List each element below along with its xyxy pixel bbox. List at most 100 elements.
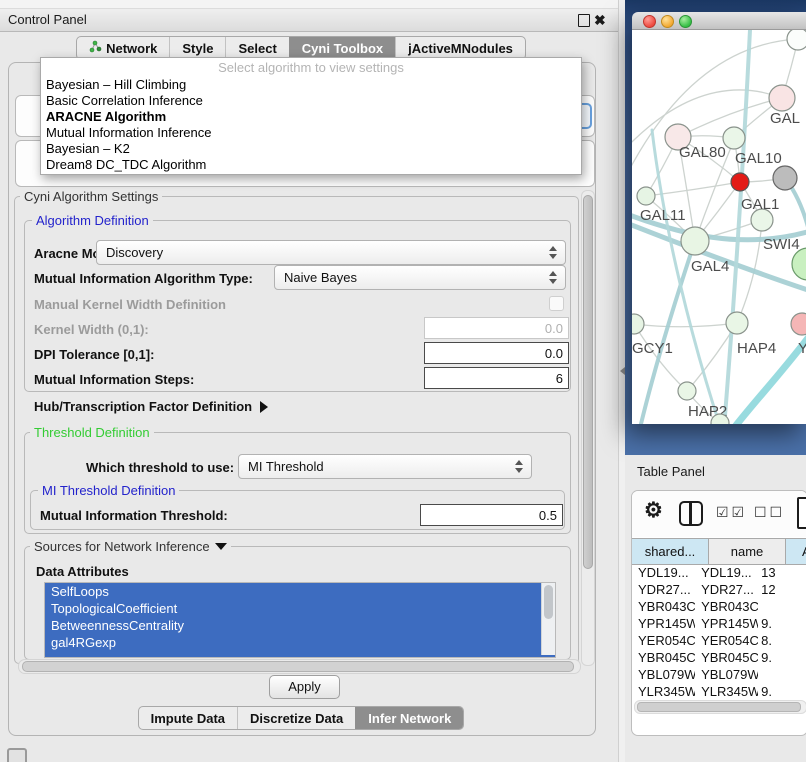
gear-icon[interactable]: ⚙ (644, 498, 663, 523)
close-panel-icon[interactable]: ✖ (594, 11, 606, 29)
collapse-down-icon (215, 543, 227, 550)
table-row[interactable]: YBL079WYBL079W (632, 666, 806, 683)
tab-impute-data[interactable]: Impute Data (139, 707, 237, 729)
bottom-tabs: Impute DataDiscretize DataInfer Network (138, 706, 465, 730)
sources-title-toggle[interactable]: Sources for Network Inference (30, 539, 231, 554)
attribute-item-selfloops[interactable]: SelfLoops (45, 583, 555, 600)
table-row[interactable]: YER054CYER054C8. (632, 632, 806, 649)
tab-label: Select (238, 41, 276, 56)
network-edge-thick (724, 30, 750, 424)
table-cell: 9. (758, 615, 806, 632)
column-header-name[interactable]: name (709, 539, 786, 564)
table-cell: YBL079W (632, 666, 695, 683)
attribute-item-gal4rgexp[interactable]: gal4RGexp (45, 634, 555, 651)
mi-steps-field[interactable] (424, 367, 569, 389)
network-node-label: HAP4 (737, 340, 776, 357)
tab-select[interactable]: Select (225, 37, 288, 59)
column-view-icon[interactable] (679, 501, 703, 526)
control-panel-title: Control Panel (8, 12, 87, 27)
manual-kernel-checkbox[interactable] (549, 296, 564, 311)
table-horizontal-scrollbar[interactable] (634, 700, 806, 714)
table-row[interactable]: YBR045CYBR045C9. (632, 649, 806, 666)
table-cell: YDL19... (695, 564, 758, 581)
table-row[interactable]: YDR27...YDR27...12 (632, 581, 806, 598)
tab-infer-network[interactable]: Infer Network (355, 707, 463, 729)
dpi-tolerance-field[interactable] (424, 342, 569, 364)
network-node-label: GAL (770, 110, 800, 127)
table-cell: YBL079W (695, 666, 758, 683)
algorithm-option-basic-correlation-inference[interactable]: Basic Correlation Inference (41, 93, 581, 109)
minimized-panel-icon[interactable] (7, 748, 27, 762)
table-cell: YPR145W (695, 615, 758, 632)
close-window-icon[interactable] (643, 15, 656, 28)
select-all-checkboxes-icon[interactable]: ☑☑ (716, 504, 747, 521)
algorithm-option-aracne-algorithm[interactable]: ARACNE Algorithm (41, 109, 581, 125)
combobox-arrows-icon (545, 271, 565, 284)
tab-network[interactable]: Network (77, 37, 169, 59)
table-toolbar: ⚙ ☑☑ ☐☐ (632, 491, 806, 537)
algorithm-option-dream8-dc-tdc-algorithm[interactable]: Dream8 DC_TDC Algorithm (41, 157, 581, 173)
table-cell: YER054C (695, 632, 758, 649)
screen: Control Panel ✖ Network Style Select Cyni T… (0, 0, 806, 762)
algorithm-option-bayesian-k2[interactable]: Bayesian – K2 (41, 141, 581, 157)
table-row[interactable]: YPR145WYPR145W9. (632, 615, 806, 632)
tab-style[interactable]: Style (169, 37, 225, 59)
table-row[interactable]: YLR345WYLR345W9. (632, 683, 806, 699)
attribute-item-betweennesscentrality[interactable]: BetweennessCentrality (45, 617, 555, 634)
column-header-a[interactable]: A (786, 539, 806, 564)
mi-type-combobox[interactable]: Naive Bayes (274, 265, 566, 290)
table-header-row: shared...nameA (632, 538, 806, 565)
deselect-all-checkboxes-icon[interactable]: ☐☐ (754, 504, 785, 521)
float-panel-icon[interactable] (578, 14, 590, 27)
tab-label: Cyni Toolbox (302, 41, 383, 56)
tab-jactivemnodules[interactable]: jActiveMNodules (395, 37, 525, 59)
algorithm-option-bayesian-hill-climbing[interactable]: Bayesian – Hill Climbing (41, 77, 581, 93)
settings-horizontal-scrollbar[interactable] (18, 659, 581, 674)
which-threshold-combobox[interactable]: MI Threshold (238, 454, 532, 479)
settings-vertical-scrollbar[interactable] (581, 190, 595, 666)
network-node-hap2 (678, 382, 696, 400)
attributes-list-scrollbar[interactable] (541, 583, 555, 655)
tab-cyni-toolbox[interactable]: Cyni Toolbox (289, 37, 395, 59)
table-row[interactable]: YDL19...YDL19...13 (632, 564, 806, 581)
table-row[interactable]: YBR043CYBR043C (632, 598, 806, 615)
scrollbar-thumb[interactable] (22, 661, 574, 672)
table-cell: YDL19... (632, 564, 695, 581)
hub-definition-label: Hub/Transcription Factor Definition (34, 399, 252, 414)
network-node-gal10 (723, 127, 745, 149)
tab-label: Network (106, 41, 157, 56)
scrollbar-thumb[interactable] (544, 585, 553, 619)
kernel-width-field[interactable] (424, 317, 569, 339)
algorithm-select-placeholder: Select algorithm to view settings (41, 58, 581, 77)
mi-type-value: Naive Bayes (275, 270, 545, 285)
mi-threshold-label: Mutual Information Threshold: (40, 508, 228, 523)
algorithm-option-mutual-information-inference[interactable]: Mutual Information Inference (41, 125, 581, 141)
table-cell (758, 666, 806, 683)
control-panel-titlebar: Control Panel ✖ (0, 9, 618, 32)
tab-label: jActiveMNodules (408, 41, 513, 56)
tab-discretize-data[interactable]: Discretize Data (237, 707, 355, 729)
table-cell (758, 598, 806, 615)
data-attributes-label: Data Attributes (36, 564, 129, 579)
export-table-icon[interactable] (797, 497, 806, 529)
network-node-label: Y (798, 340, 806, 357)
table-body: YDL19...YDL19...13YDR27...YDR27...12YBR0… (632, 564, 806, 699)
scrollbar-thumb[interactable] (637, 702, 801, 712)
hub-definition-toggle[interactable]: Hub/Transcription Factor Definition (34, 398, 268, 416)
attribute-item-topologicalcoefficient[interactable]: TopologicalCoefficient (45, 600, 555, 617)
table-cell: YDR27... (695, 581, 758, 598)
table-cell: 9. (758, 649, 806, 666)
cyni-algorithm-settings-title: Cyni Algorithm Settings (20, 189, 162, 204)
algorithm-select-popup: Select algorithm to view settings Bayesi… (40, 57, 582, 175)
apply-button[interactable]: Apply (269, 675, 340, 699)
column-header-shared[interactable]: shared... (632, 539, 709, 564)
network-node-gal11 (637, 187, 655, 205)
zoom-window-icon[interactable] (679, 15, 692, 28)
network-node-label: GAL4 (691, 258, 729, 275)
aracne-mode-combobox[interactable]: Discovery (96, 240, 566, 265)
which-threshold-label: Which threshold to use: (86, 460, 234, 475)
network-canvas[interactable]: GALGAL80GAL10GAL1GAL11GAL4SWI4GCY1HAP4YH… (632, 30, 806, 424)
minimize-window-icon[interactable] (661, 15, 674, 28)
mi-threshold-field[interactable] (420, 504, 563, 526)
scrollbar-thumb[interactable] (583, 195, 593, 569)
